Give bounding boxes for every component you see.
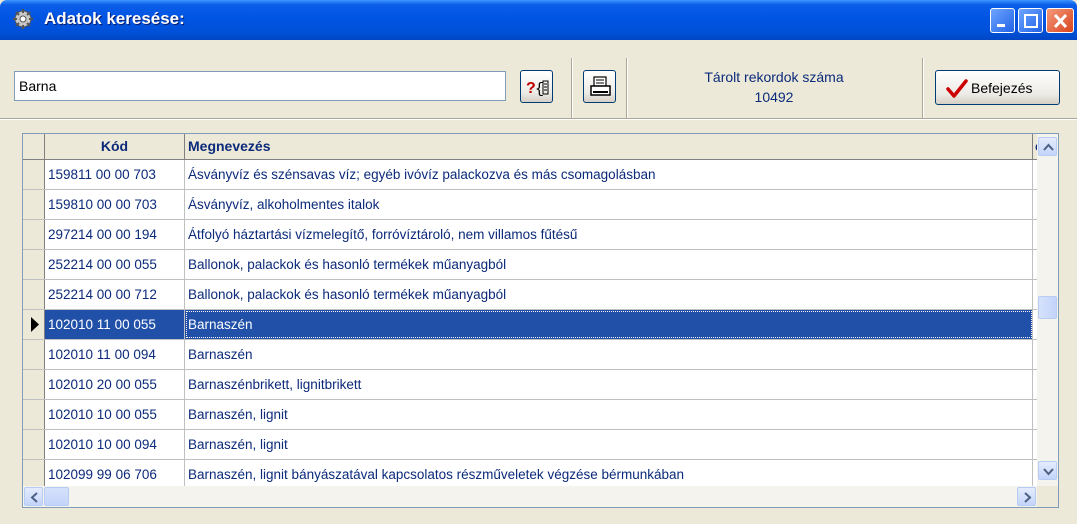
cell-name[interactable]: Barnaszén [185, 310, 1033, 339]
record-count-panel: Tárolt rekordok száma 10492 [626, 60, 922, 114]
cell-name[interactable]: Barnaszénbrikett, lignitbrikett [185, 370, 1033, 399]
row-indicator[interactable] [23, 250, 45, 279]
maximize-button[interactable] [1018, 8, 1043, 33]
cell-name[interactable]: Átfolyó háztartási vízmelegítő, forróvíz… [185, 220, 1033, 249]
arrow-up-icon [1043, 143, 1054, 151]
toolbar-divider [0, 118, 1077, 120]
print-button[interactable] [583, 70, 616, 103]
minimize-button[interactable] [990, 8, 1015, 33]
table-row[interactable]: 159810 00 00 703 Ásványvíz, alkoholmentes… [23, 190, 1037, 220]
search-help-button[interactable]: ? { [520, 70, 553, 103]
arrow-left-icon [30, 492, 38, 503]
grid-header: Kód Megnevezés eg [23, 134, 1058, 160]
cell-name[interactable]: Barnaszén [185, 340, 1033, 369]
arrow-right-icon [1024, 492, 1032, 503]
table-row[interactable]: 252214 00 00 055 Ballonok, palackok és ha… [23, 250, 1037, 280]
table-row[interactable]: 159811 00 00 703 Ásványvíz és szénsavas v… [23, 160, 1037, 190]
table-row[interactable]: 297214 00 00 194 Átfolyó háztartási vízme… [23, 220, 1037, 250]
close-icon [1053, 13, 1068, 29]
search-dialog-window: Adatok keresése: ? { [0, 0, 1077, 524]
toolbar-separator [571, 58, 573, 118]
table-row[interactable]: 102010 10 00 094 Barnaszén, lignit [23, 430, 1037, 460]
cell-code[interactable]: 102099 99 06 706 [45, 460, 185, 489]
scroll-up-button[interactable] [1038, 137, 1057, 156]
maximize-icon [1024, 14, 1038, 28]
cell-code[interactable]: 159810 00 00 703 [45, 190, 185, 219]
cell-name[interactable]: Ásványvíz, alkoholmentes italok [185, 190, 1033, 219]
cell-code[interactable]: 252214 00 00 055 [45, 250, 185, 279]
table-row[interactable]: 102010 11 00 094 Barnaszén [23, 340, 1037, 370]
cell-code[interactable]: 297214 00 00 194 [45, 220, 185, 249]
row-indicator[interactable] [23, 310, 45, 339]
scrollbar-corner [1037, 486, 1058, 507]
cell-code[interactable]: 102010 11 00 094 [45, 340, 185, 369]
row-indicator[interactable] [23, 220, 45, 249]
cell-name[interactable]: Ballonok, palackok és hasonló termékek m… [185, 280, 1033, 309]
results-grid[interactable]: Kód Megnevezés eg 159811 00 00 703Ásvány… [22, 133, 1059, 508]
cell-code[interactable]: 252214 00 00 712 [45, 280, 185, 309]
scroll-down-button[interactable] [1038, 461, 1057, 480]
checkmark-icon [946, 79, 968, 98]
row-indicator[interactable] [23, 160, 45, 189]
horizontal-scroll-thumb[interactable] [44, 487, 69, 506]
row-indicator[interactable] [23, 190, 45, 219]
header-indicator [23, 134, 45, 159]
table-row[interactable]: 102010 11 00 055 Barnaszén [23, 310, 1037, 340]
row-indicator[interactable] [23, 430, 45, 459]
column-header-name[interactable]: Megnevezés [185, 134, 1033, 159]
cell-code[interactable]: 102010 10 00 055 [45, 400, 185, 429]
current-row-arrow-icon [31, 317, 39, 332]
cell-name[interactable]: Barnaszén, lignit bányászatával kapcsola… [185, 460, 1033, 489]
record-count-value: 10492 [754, 89, 794, 105]
help-search-icon: ? { [526, 80, 549, 98]
cell-code[interactable]: 102010 10 00 094 [45, 430, 185, 459]
grid-rows: 159811 00 00 703 Ásványvíz és szénsavas v… [23, 160, 1037, 490]
table-row[interactable]: 252214 00 00 712 Ballonok, palackok és ha… [23, 280, 1037, 310]
close-button[interactable] [1046, 8, 1074, 33]
cell-name[interactable]: Ásványvíz és szénsavas víz; egyéb ivóvíz… [185, 160, 1033, 189]
toolbar-separator [922, 58, 924, 118]
record-count-label: Tárolt rekordok száma [704, 69, 844, 85]
arrow-down-icon [1043, 468, 1054, 476]
column-header-code[interactable]: Kód [45, 134, 185, 159]
search-input[interactable] [14, 71, 506, 101]
printer-icon [590, 76, 611, 96]
table-row[interactable]: 102010 10 00 055 Barnaszén, lignit [23, 400, 1037, 430]
scroll-right-button[interactable] [1017, 487, 1036, 506]
vertical-scroll-thumb[interactable] [1038, 296, 1057, 319]
cell-name[interactable]: Ballonok, palackok és hasonló termékek m… [185, 250, 1033, 279]
row-indicator[interactable] [23, 460, 45, 489]
cell-code[interactable]: 159811 00 00 703 [45, 160, 185, 189]
row-indicator[interactable] [23, 340, 45, 369]
gear-icon [12, 8, 34, 30]
row-indicator[interactable] [23, 400, 45, 429]
row-indicator[interactable] [23, 280, 45, 309]
title-bar[interactable]: Adatok keresése: [0, 0, 1077, 40]
cell-code[interactable]: 102010 11 00 055 [45, 310, 185, 339]
minimize-icon [997, 24, 1005, 27]
cell-code[interactable]: 102010 20 00 055 [45, 370, 185, 399]
vertical-scrollbar[interactable] [1037, 134, 1058, 486]
table-row[interactable]: 102010 20 00 055 Barnaszénbrikett, lignit… [23, 370, 1037, 400]
row-indicator[interactable] [23, 370, 45, 399]
finish-button-label: Befejezés [971, 80, 1033, 96]
cell-name[interactable]: Barnaszén, lignit [185, 400, 1033, 429]
cell-name[interactable]: Barnaszén, lignit [185, 430, 1033, 459]
window-title: Adatok keresése: [44, 9, 185, 28]
horizontal-scrollbar[interactable] [23, 486, 1037, 507]
finish-button[interactable]: Befejezés [935, 70, 1060, 105]
scroll-left-button[interactable] [24, 487, 43, 506]
